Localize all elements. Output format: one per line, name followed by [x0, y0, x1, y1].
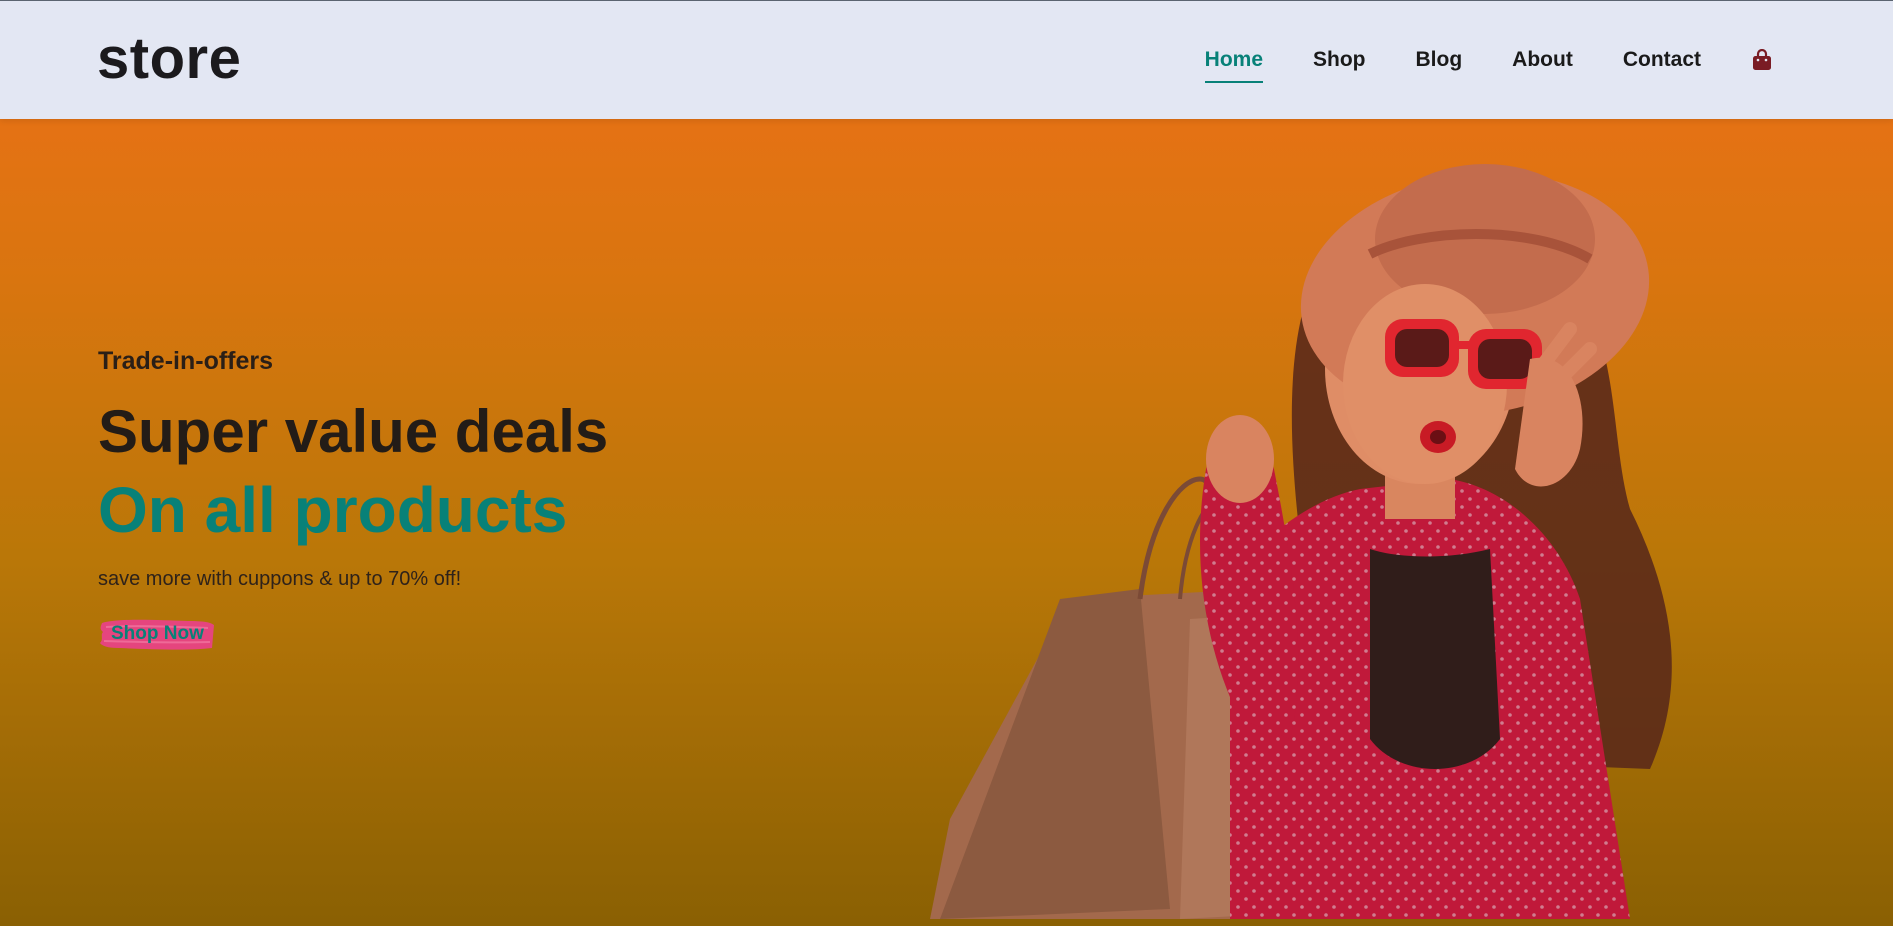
shopping-bag-icon [1753, 49, 1771, 70]
hero-banner: Trade-in-offers Super value deals On all… [0, 119, 1893, 926]
nav-home[interactable]: Home [1180, 41, 1288, 83]
hero-subtitle: save more with cuppons & up to 70% off! [98, 568, 462, 590]
page: store Home Shop Blog About Contact Trade… [0, 0, 1893, 926]
shop-now-button[interactable]: Shop Now [98, 615, 216, 653]
hero-tagline: Trade-in-offers [98, 347, 274, 375]
hero-accent-title: On all products [98, 474, 568, 546]
hero-model-image [930, 164, 1672, 919]
site-header: store Home Shop Blog About Contact [0, 1, 1893, 119]
nav-about[interactable]: About [1487, 41, 1598, 79]
nav-blog[interactable]: Blog [1391, 41, 1488, 79]
nav-contact[interactable]: Contact [1598, 41, 1726, 79]
hero-content: Trade-in-offers Super value deals On all… [98, 347, 608, 658]
logo[interactable]: store [97, 23, 241, 95]
shop-now-label: Shop Now [111, 623, 204, 644]
hero-title: Super value deals [98, 398, 609, 465]
nav-list: Home Shop Blog About Contact [1180, 41, 1773, 83]
nav-shop[interactable]: Shop [1288, 41, 1391, 79]
cart-button[interactable] [1751, 41, 1773, 79]
